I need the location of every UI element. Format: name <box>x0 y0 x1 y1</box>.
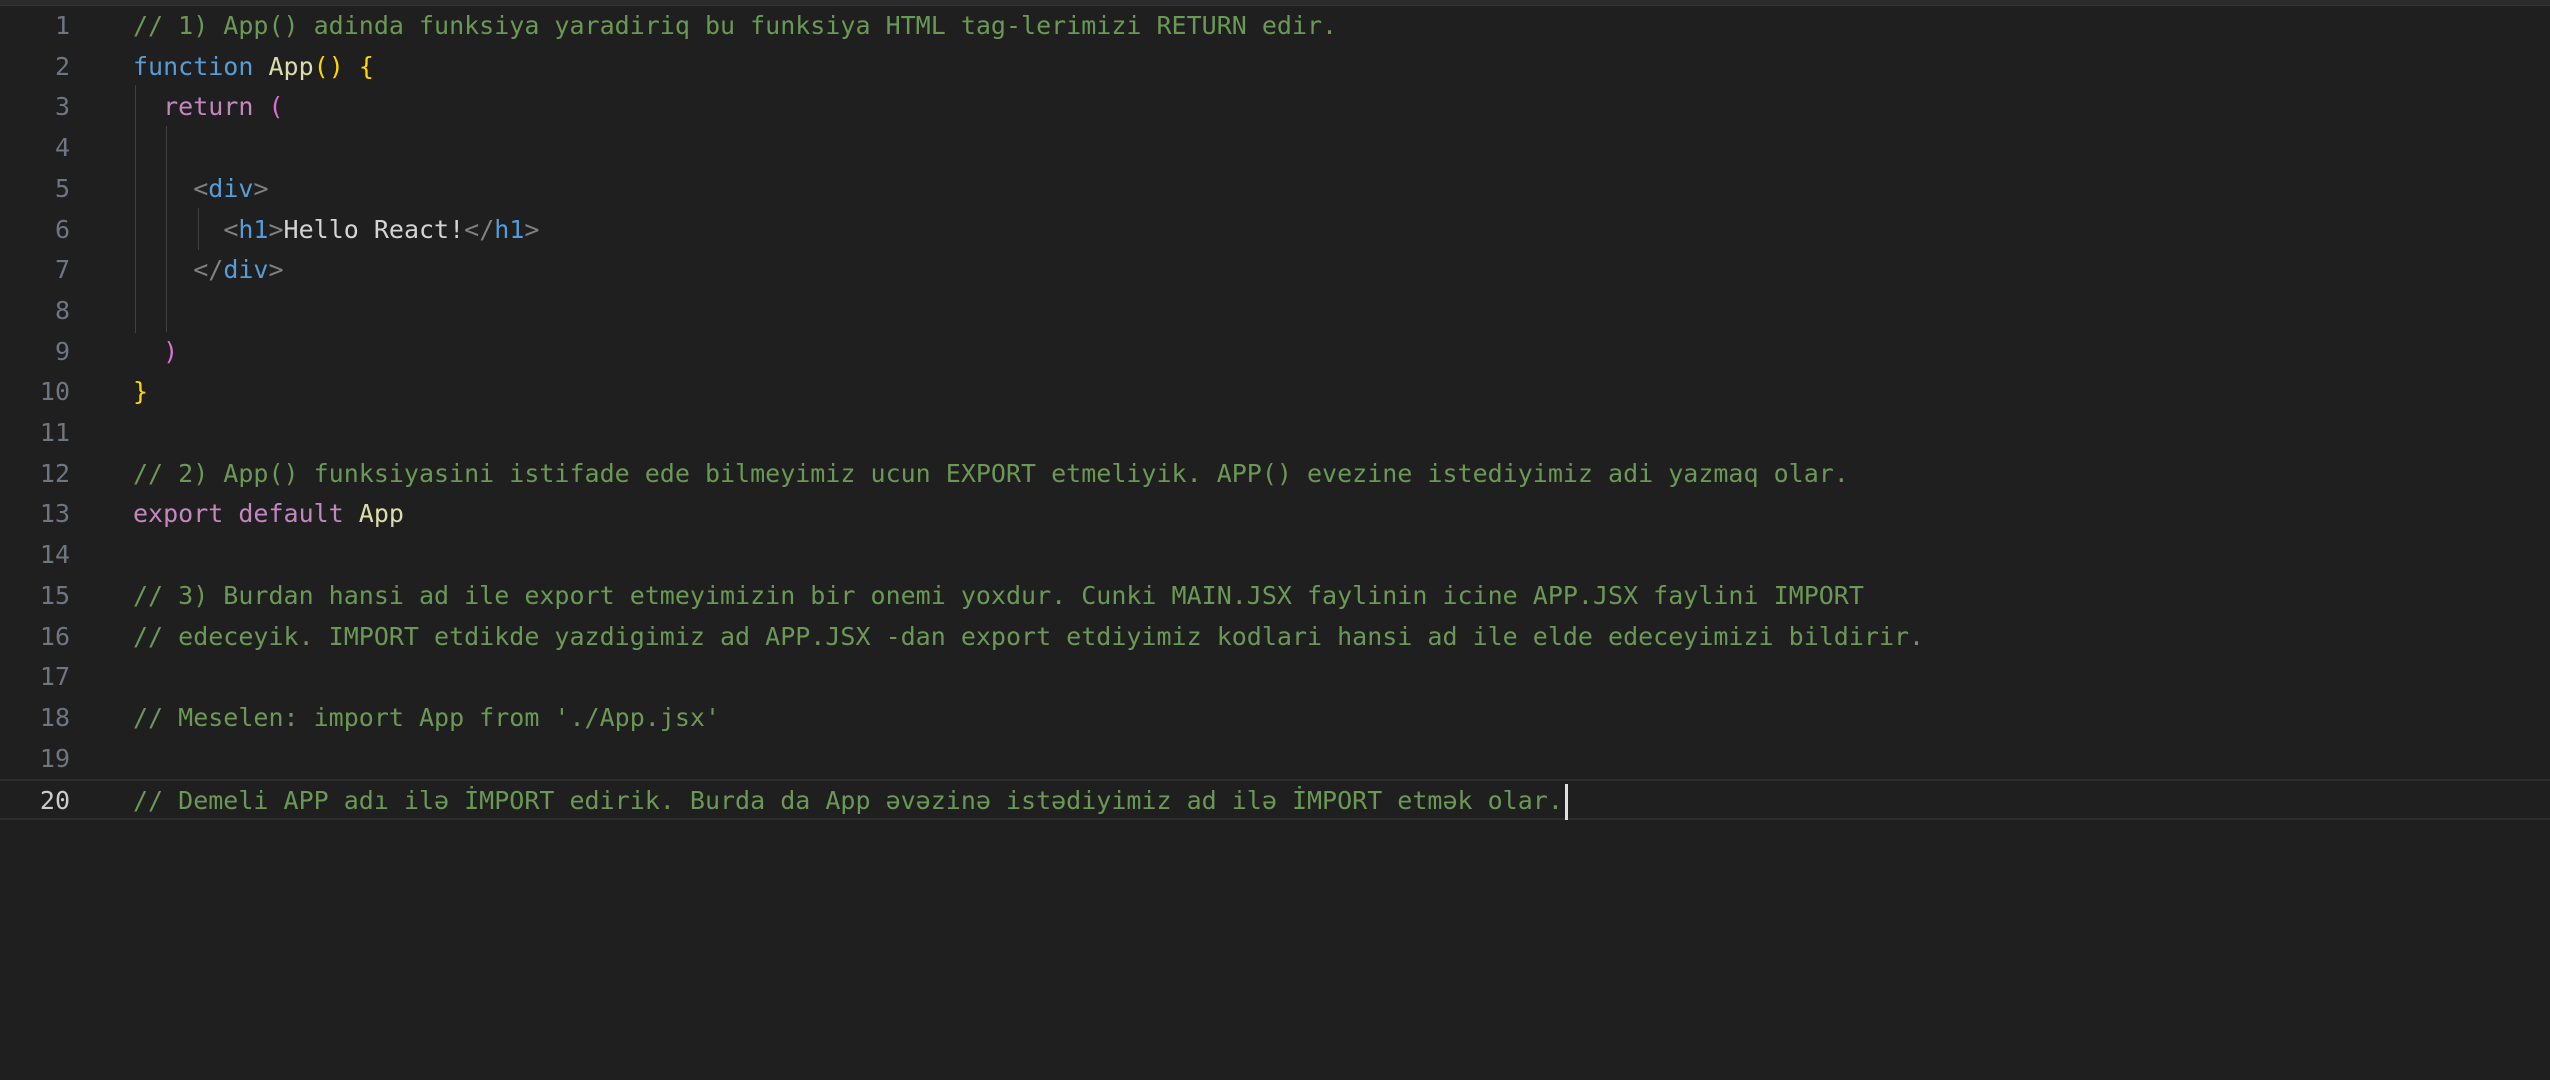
line-number: 20 <box>39 786 70 816</box>
line-code[interactable]: function App() { <box>133 47 374 88</box>
token-comment: // edeceyik. IMPORT etdikde yazdigimiz a… <box>133 621 1925 651</box>
token-paren2: ( <box>268 92 284 122</box>
token-tagpunct: </ <box>464 214 495 244</box>
line-number: 16 <box>39 621 70 651</box>
line-number: 1 <box>54 11 70 40</box>
code-line[interactable]: 8 <box>0 291 2550 332</box>
code-line[interactable]: 1 // 1) App() adinda funksiya yaradiriq b… <box>0 6 2550 47</box>
code-line[interactable]: 7 </div> <box>0 250 2550 291</box>
token-control: export <box>133 499 224 529</box>
line-code[interactable]: // 1) App() adinda funksiya yaradiriq bu… <box>133 6 1337 47</box>
line-code[interactable]: } <box>133 372 148 413</box>
line-code[interactable]: return ( <box>133 87 284 128</box>
token-comment: // 3) Burdan hansi ad ile export etmeyim… <box>133 580 1864 610</box>
line-number: 19 <box>39 743 70 773</box>
line-number: 2 <box>54 51 70 81</box>
token-tagpunct: < <box>193 173 209 203</box>
code-line[interactable]: 4 <box>0 128 2550 169</box>
token-tagpunct: > <box>524 214 540 244</box>
code-line[interactable]: 3 return ( <box>0 87 2550 128</box>
line-code[interactable]: ) <box>133 332 178 373</box>
line-code[interactable]: <h1>Hello React!</h1> <box>133 210 539 251</box>
line-number: 13 <box>39 499 70 529</box>
line-code[interactable]: // Meselen: import App from './App.jsx' <box>133 698 720 739</box>
code-line[interactable]: 19 <box>0 739 2550 780</box>
line-number: 17 <box>39 662 70 692</box>
line-number: 4 <box>54 133 70 163</box>
line-number: 7 <box>54 255 70 285</box>
code-line[interactable]: 11 <box>0 413 2550 454</box>
code-line[interactable]: 14 <box>0 535 2550 576</box>
code-line[interactable]: 2 function App() { <box>0 47 2550 88</box>
code-line[interactable]: 16 // edeceyik. IMPORT etdikde yazdigimiz… <box>0 617 2550 658</box>
text-cursor <box>1564 784 1568 821</box>
code-editor[interactable]: 1 // 1) App() adinda funksiya yaradiriq b… <box>0 0 2550 1080</box>
line-number: 3 <box>54 92 70 122</box>
token-keyword: function <box>133 51 254 81</box>
line-number: 15 <box>39 580 70 610</box>
token-brace: { <box>358 51 374 81</box>
line-number: 12 <box>39 458 70 488</box>
token-text: Hello React! <box>283 214 465 244</box>
code-line[interactable]: 9 ) <box>0 332 2550 373</box>
token-comment: // 2) App() funksiyasini istifade ede bi… <box>133 458 1849 488</box>
indent-guide-div <box>198 208 199 250</box>
token-tagpunct: > <box>253 173 269 203</box>
line-code[interactable]: export default App <box>133 494 404 535</box>
line-code[interactable]: <div> <box>133 169 269 210</box>
token-tag: div <box>223 255 269 285</box>
code-line[interactable]: 17 <box>0 657 2550 698</box>
code-line[interactable]: 12 // 2) App() funksiyasini istifade ede … <box>0 454 2550 495</box>
line-number: 6 <box>54 214 70 244</box>
token-brace: } <box>133 377 149 407</box>
token-comment: // 1) App() adinda funksiya yaradiriq bu… <box>133 11 1338 40</box>
token-tagpunct: > <box>268 255 284 285</box>
line-number: 8 <box>54 295 70 325</box>
code-line[interactable]: 20 // Demeli APP adı ilə İMPORT edirik. B… <box>0 779 2550 822</box>
code-line[interactable]: 13 export default App <box>0 494 2550 535</box>
line-code[interactable]: </div> <box>133 250 284 291</box>
line-number: 10 <box>39 377 70 407</box>
line-code[interactable]: // 2) App() funksiyasini istifade ede bi… <box>133 454 1849 495</box>
token-tagpunct: > <box>268 214 284 244</box>
code-line[interactable]: 10} <box>0 372 2550 413</box>
indent-guide-return <box>135 85 136 333</box>
token-func: App <box>268 51 314 81</box>
indent-guide-jsx <box>166 126 167 332</box>
token-tag: h1 <box>238 214 269 244</box>
token-comment: // Demeli APP adı ilə İMPORT edirik. Bur… <box>133 786 1563 816</box>
token-func: App <box>358 499 404 529</box>
line-number: 11 <box>39 418 70 447</box>
token-tag: div <box>208 173 254 203</box>
token-paren2: ) <box>163 336 179 366</box>
line-number: 14 <box>39 540 70 570</box>
code-line[interactable]: 6 <h1>Hello React!</h1> <box>0 210 2550 251</box>
code-line[interactable]: 5 <div> <box>0 169 2550 210</box>
token-brace: () <box>313 51 344 81</box>
line-number: 5 <box>54 173 70 203</box>
line-number: 18 <box>39 702 70 732</box>
token-tagpunct: </ <box>193 255 224 285</box>
code-line[interactable]: 18 // Meselen: import App from './App.jsx… <box>0 698 2550 739</box>
token-tag: h1 <box>494 214 525 244</box>
line-code[interactable]: // 3) Burdan hansi ad ile export etmeyim… <box>133 576 1864 617</box>
line-code[interactable]: // Demeli APP adı ilə İMPORT edirik. Bur… <box>133 781 1568 822</box>
line-code[interactable]: // edeceyik. IMPORT etdikde yazdigimiz a… <box>133 617 1924 658</box>
token-control: default <box>238 499 344 529</box>
line-number: 9 <box>54 336 70 366</box>
token-tagpunct: < <box>223 214 239 244</box>
code-line[interactable]: 15 // 3) Burdan hansi ad ile export etmey… <box>0 576 2550 617</box>
token-control: return <box>163 92 254 122</box>
token-comment: // Meselen: import App from './App.jsx' <box>133 702 720 732</box>
